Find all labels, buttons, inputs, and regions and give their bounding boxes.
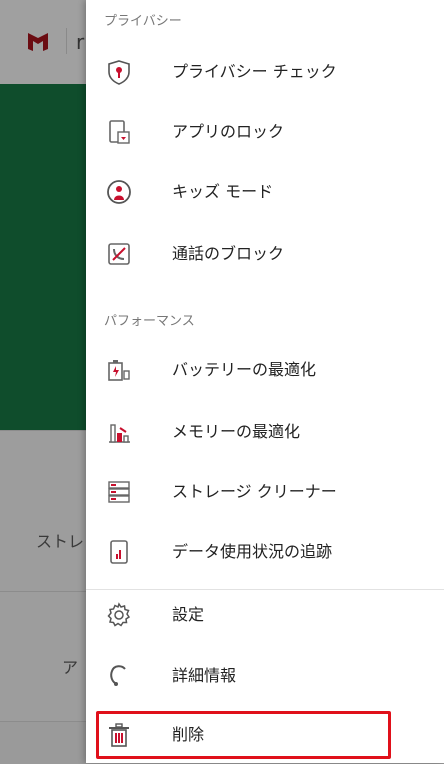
menu-item-label: アプリのロック <box>172 122 285 141</box>
gear-icon <box>107 602 131 627</box>
menu-item-call-block[interactable]: 通話のブロック <box>86 226 444 282</box>
section-header-privacy: プライバシー <box>104 14 182 29</box>
support-headset-icon <box>110 665 126 686</box>
menu-item-kids-mode[interactable]: キッズ モード <box>86 164 444 220</box>
menu-item-battery-optimization[interactable]: バッテリーの最適化 <box>86 342 444 398</box>
menu-item-memory-optimization[interactable]: メモリーの最適化 <box>86 404 444 460</box>
menu-item-storage-cleaner[interactable]: ストレージ クリーナー <box>86 464 444 520</box>
section-header-performance: パフォーマンス <box>104 314 195 329</box>
menu-item-label: キッズ モード <box>172 182 274 201</box>
storage-icon <box>108 481 130 503</box>
menu-item-label: ストレージ クリーナー <box>172 482 337 501</box>
delete-highlight-box <box>96 711 391 759</box>
menu-item-data-usage[interactable]: データ使用状況の追跡 <box>86 524 444 580</box>
menu-item-more-info[interactable]: 詳細情報 <box>86 648 444 704</box>
memory-icon <box>109 424 130 443</box>
kids-mode-icon <box>107 180 131 204</box>
topbar-separator <box>66 28 67 54</box>
menu-item-label: メモリーの最適化 <box>172 422 301 441</box>
menu-item-label: 詳細情報 <box>172 666 237 685</box>
menu-item-privacy-check[interactable]: プライバシー チェック <box>86 44 444 100</box>
background-card-label: ストレ <box>36 532 85 551</box>
battery-icon <box>108 360 130 381</box>
menu-item-label: 通話のブロック <box>172 244 285 263</box>
shield-lock-icon <box>108 60 130 85</box>
menu-item-label: バッテリーの最適化 <box>172 360 317 379</box>
menu-item-label: プライバシー チェック <box>172 62 337 81</box>
background-card-label: ア <box>62 658 79 677</box>
menu-item-label: 設定 <box>172 605 205 624</box>
app-lock-icon <box>109 120 130 144</box>
topbar-title: r <box>76 30 85 54</box>
data-usage-icon <box>110 540 128 564</box>
mcafee-logo-icon <box>28 33 48 51</box>
menu-item-settings[interactable]: 設定 <box>86 587 444 643</box>
menu-item-app-lock[interactable]: アプリのロック <box>86 104 444 160</box>
call-block-icon <box>108 243 130 265</box>
menu-item-label: データ使用状況の追跡 <box>172 542 333 561</box>
